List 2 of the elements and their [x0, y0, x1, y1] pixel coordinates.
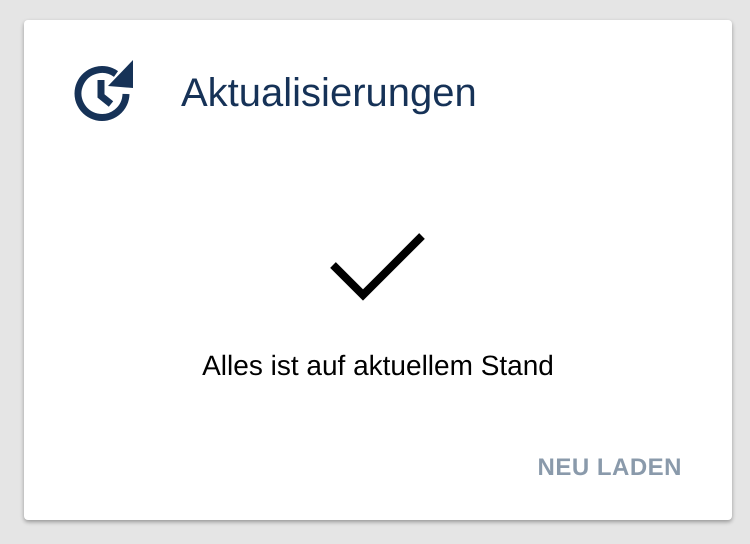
status-message: Alles ist auf aktuellem Stand [202, 352, 554, 380]
card-title: Aktualisierungen [181, 73, 477, 113]
